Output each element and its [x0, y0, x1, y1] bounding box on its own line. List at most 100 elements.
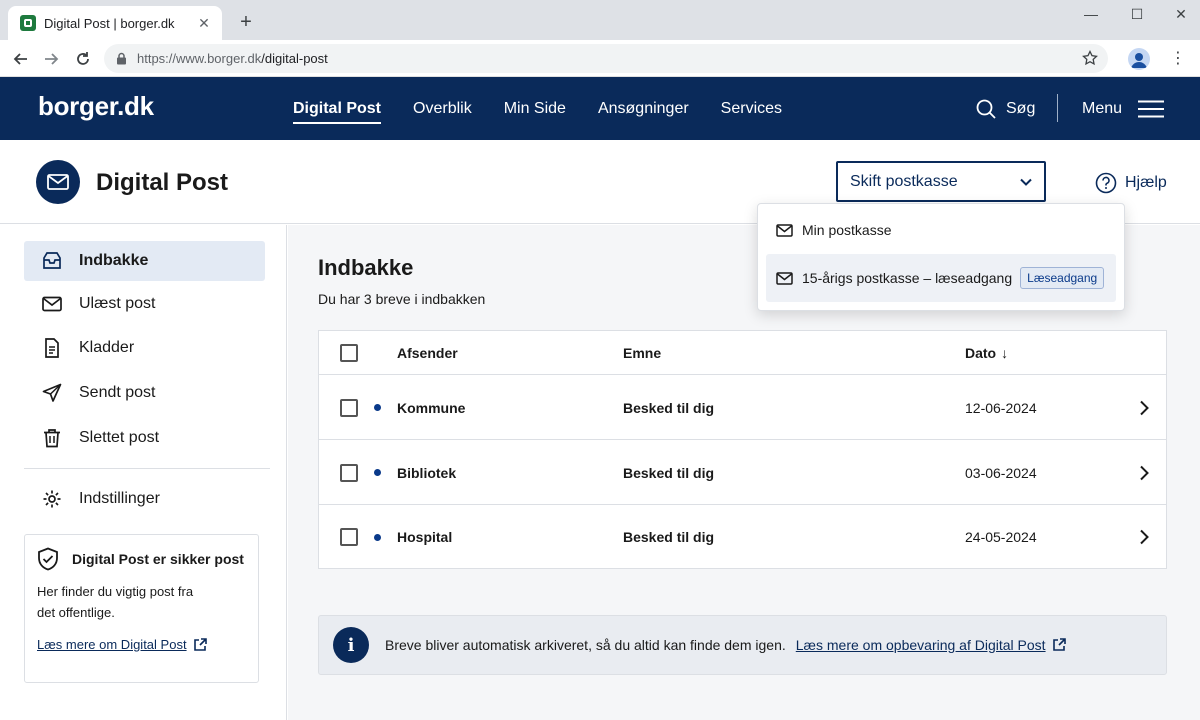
mailbox-option-label: Min postkasse	[802, 222, 892, 238]
header-divider	[1057, 94, 1058, 122]
nav-ansoegninger[interactable]: Ansøgninger	[598, 77, 689, 140]
sidebar-item-label: Indbakke	[79, 252, 149, 269]
select-all-checkbox[interactable]	[340, 343, 358, 362]
unread-dot	[374, 404, 381, 411]
table-row[interactable]: Hospital Besked til dig 24-05-2024	[319, 505, 1166, 569]
search-icon	[976, 99, 996, 119]
sidebar-item-settings[interactable]: Indstillinger	[24, 479, 265, 519]
mailbox-option-own[interactable]: Min postkasse	[766, 206, 1116, 254]
bookmark-star-icon[interactable]	[1082, 50, 1098, 66]
nav-digital-post[interactable]: Digital Post	[293, 77, 382, 140]
site-favicon-icon	[20, 15, 36, 31]
sidebar-item-unread[interactable]: Ulæst post	[24, 284, 265, 324]
row-checkbox[interactable]	[340, 528, 358, 546]
info-card-title: Digital Post er sikker post	[72, 551, 244, 567]
row-date: 12-06-2024	[965, 399, 1037, 416]
window-maximize-button[interactable]: ☐	[1122, 6, 1152, 26]
help-link[interactable]: Hjælp	[1095, 172, 1167, 194]
row-date: 03-06-2024	[965, 464, 1037, 481]
menu-label: Menu	[1082, 99, 1123, 117]
switch-mailbox-label: Skift postkasse	[850, 172, 958, 190]
chevron-right-icon[interactable]	[1139, 465, 1149, 481]
unread-dot	[374, 533, 381, 541]
row-checkbox[interactable]	[340, 463, 358, 482]
search-label: Søg	[1006, 99, 1036, 117]
table-row[interactable]: Bibliotek Besked til dig 03-06-2024	[319, 441, 1166, 505]
archive-notice: i Breve bliver automatisk arkiveret, så …	[318, 615, 1167, 675]
sidebar: Indbakke Ulæst post Kladder Sendt post S…	[0, 225, 287, 720]
read-more-label: Læs mere om Digital Post	[37, 637, 187, 652]
new-tab-button[interactable]: +	[234, 10, 258, 34]
inbox-icon	[43, 252, 61, 269]
page-title: Digital Post	[96, 169, 229, 196]
question-circle-icon	[1095, 172, 1117, 194]
sort-desc-arrow-icon: ↓	[1001, 344, 1009, 361]
sidebar-item-sent[interactable]: Sendt post	[24, 373, 265, 413]
row-sender: Kommune	[397, 399, 466, 416]
read-more-digital-post-link[interactable]: Læs mere om Digital Post	[37, 637, 246, 652]
mailbox-option-label: 15-årigs postkasse – læseadgang	[802, 270, 1013, 286]
external-link-icon	[193, 637, 207, 651]
inbox-title: Indbakke	[318, 255, 414, 280]
row-checkbox[interactable]	[340, 398, 358, 417]
tab-close-icon[interactable]: ✕	[196, 15, 212, 32]
reload-icon	[77, 52, 89, 65]
document-icon	[45, 338, 59, 358]
envelope-icon	[42, 296, 62, 312]
forward-arrow-icon	[45, 53, 59, 65]
tab-title: Digital Post | borger.dk	[44, 15, 175, 31]
digital-post-icon	[36, 160, 80, 204]
row-subject: Besked til dig	[623, 464, 715, 481]
site-logo[interactable]: borger.dk	[38, 91, 154, 122]
info-card-header: Digital Post er sikker post	[37, 547, 246, 571]
unread-dot	[374, 469, 381, 476]
hamburger-icon	[1138, 100, 1165, 117]
url-text: https://www.borger.dk/digital-post	[137, 51, 328, 66]
external-link-icon[interactable]	[1052, 638, 1066, 652]
chevron-right-icon[interactable]	[1139, 529, 1149, 545]
lock-icon	[117, 52, 126, 65]
sidebar-item-drafts[interactable]: Kladder	[24, 328, 265, 368]
profile-avatar[interactable]	[1128, 48, 1150, 70]
user-icon	[1131, 53, 1147, 68]
window-close-button[interactable]: ✕	[1166, 6, 1196, 26]
envelope-icon	[47, 174, 69, 190]
nav-overblik[interactable]: Overblik	[413, 77, 472, 140]
sidebar-item-label: Indstillinger	[79, 490, 160, 507]
site-header: borger.dk Digital Post Overblik Min Side…	[0, 77, 1200, 140]
nav-services[interactable]: Services	[721, 77, 782, 140]
column-date-sort[interactable]: Dato ↓	[965, 345, 1008, 361]
column-subject[interactable]: Emne	[623, 345, 661, 361]
search-button[interactable]: Søg	[976, 77, 1035, 140]
browser-menu-button[interactable]: ⋮	[1170, 48, 1186, 68]
table-row[interactable]: Kommune Besked til dig 12-06-2024	[319, 376, 1166, 440]
storage-info-link[interactable]: Læs mere om opbevaring af Digital Post	[796, 637, 1046, 653]
browser-toolbar: https://www.borger.dk/digital-post ⋮	[0, 40, 1200, 77]
row-date: 24-05-2024	[965, 529, 1037, 545]
back-arrow-icon	[13, 53, 27, 65]
row-sender: Hospital	[397, 529, 453, 545]
sidebar-item-deleted[interactable]: Slettet post	[24, 418, 265, 458]
reload-button[interactable]	[72, 48, 94, 70]
chevron-right-icon[interactable]	[1139, 400, 1149, 416]
main-navigation: Digital Post Overblik Min Side Ansøgning…	[293, 77, 814, 140]
browser-tab[interactable]: Digital Post | borger.dk ✕	[8, 6, 222, 40]
forward-button[interactable]	[40, 48, 62, 70]
address-bar[interactable]: https://www.borger.dk/digital-post	[104, 44, 1108, 73]
trash-icon	[44, 429, 60, 448]
row-subject: Besked til dig	[623, 529, 715, 545]
url-path: /digital-post	[261, 51, 328, 66]
menu-button[interactable]: Menu	[1082, 77, 1165, 140]
nav-min-side[interactable]: Min Side	[504, 77, 566, 140]
row-sender: Bibliotek	[397, 464, 457, 481]
help-label: Hjælp	[1125, 174, 1167, 191]
mailbox-dropdown-menu: Min postkasse 15-årigs postkasse – læsea…	[757, 203, 1125, 311]
sidebar-divider	[24, 468, 270, 469]
window-minimize-button[interactable]: —	[1076, 6, 1106, 26]
column-sender[interactable]: Afsender	[397, 345, 458, 361]
back-button[interactable]	[10, 48, 32, 70]
switch-mailbox-select[interactable]: Skift postkasse	[836, 161, 1046, 202]
sidebar-item-inbox[interactable]: Indbakke	[24, 241, 265, 281]
envelope-icon	[776, 223, 793, 237]
mailbox-option-15-year-old[interactable]: 15-årigs postkasse – læseadgang Læseadga…	[766, 254, 1116, 302]
